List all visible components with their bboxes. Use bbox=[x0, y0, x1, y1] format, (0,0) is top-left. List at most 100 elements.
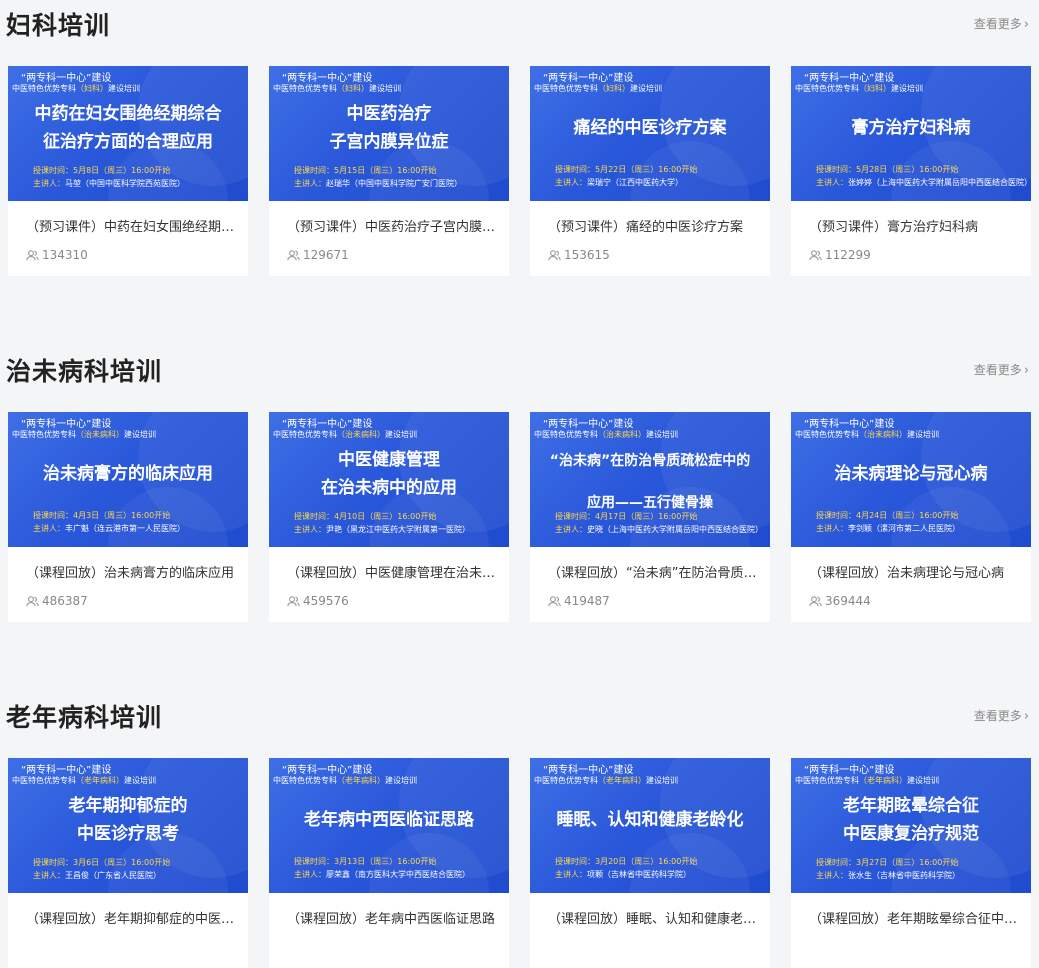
banner-time: 授课时间：3月6日（周三）16:00开始 bbox=[33, 858, 171, 867]
chevron-right-icon: › bbox=[1023, 17, 1029, 32]
banner-speaker: 主讲人：赵瑞华（中国中医科学院广安门医院） bbox=[294, 179, 462, 188]
course-card[interactable]: “两专科一中心”建设 中医特色优势专科（老年病科）建设培训 老年期抑郁症的 中医诊疗思… bbox=[8, 758, 248, 968]
course-banner: “两专科一中心”建设 中医特色优势专科（妇科）建设培训 中医药治疗 子宫内膜异位症 授课… bbox=[269, 66, 509, 201]
course-banner: “两专科一中心”建设 中医特色优势专科（老年病科）建设培训 睡眠、认知和健康老龄化授… bbox=[530, 758, 770, 893]
course-banner: “两专科一中心”建设 中医特色优势专科（妇科）建设培训中药在妇女围绝经期综合 征治疗… bbox=[8, 66, 248, 201]
banner-title-line-1: 治未病膏方的临床应用 bbox=[43, 464, 213, 484]
users-icon bbox=[287, 250, 300, 261]
course-banner: “两专科一中心”建设 中医特色优势专科（治未病科）建设培训 治未病理论与冠心病 授课时… bbox=[791, 412, 1031, 547]
chevron-right-icon: › bbox=[1023, 363, 1029, 378]
course-card[interactable]: “两专科一中心”建设 中医特色优势专科（治未病科）建设培训 治未病膏方的临床应用 授课… bbox=[8, 412, 248, 622]
banner-title-line-2: 征治疗方面的合理应用 bbox=[43, 132, 213, 152]
banner-title-line-1: 中药在妇女围绝经期综合 bbox=[34, 104, 222, 124]
users-icon bbox=[809, 250, 822, 261]
banner-time: 授课时间：5月22日（周三）16:00开始 bbox=[555, 165, 698, 174]
banner-program-title: “两专科一中心”建设 bbox=[804, 765, 895, 776]
banner-subtitle: 中医特色优势专科（老年病科）建设培训 bbox=[795, 776, 939, 785]
view-count: 419487 bbox=[548, 594, 610, 608]
course-title[interactable]: （课程回放）治未病理论与冠心病 bbox=[809, 562, 1021, 581]
banner-program-title: “两专科一中心”建设 bbox=[282, 419, 373, 430]
course-title[interactable]: （课程回放）治未病膏方的临床应用 bbox=[26, 562, 238, 581]
banner-subtitle: 中医特色优势专科（治未病科）建设培训 bbox=[12, 430, 156, 439]
banner-title-line-1: 膏方治疗妇科病 bbox=[851, 118, 971, 138]
users-icon bbox=[809, 596, 822, 607]
course-card[interactable]: “两专科一中心”建设 中医特色优势专科（治未病科）建设培训 “治未病”在防治骨质疏松… bbox=[530, 412, 770, 622]
course-card[interactable]: “两专科一中心”建设 中医特色优势专科（妇科）建设培训痛经的中医诊疗方案授课时间：… bbox=[530, 66, 770, 276]
course-banner: “两专科一中心”建设 中医特色优势专科（治未病科）建设培训 “治未病”在防治骨质疏松… bbox=[530, 412, 770, 547]
banner-title-line-1: 痛经的中医诊疗方案 bbox=[573, 118, 727, 138]
banner-time: 授课时间：4月10日（周三）16:00开始 bbox=[294, 512, 437, 521]
course-card[interactable]: “两专科一中心”建设 中医特色优势专科（妇科）建设培训膏方治疗妇科病授课时间：5月… bbox=[791, 66, 1031, 276]
banner-title-line-1: 老年病中西医临证思路 bbox=[304, 810, 474, 830]
banner-program-title: “两专科一中心”建设 bbox=[282, 765, 373, 776]
banner-speaker: 主讲人：史晓（上海中医药大学附属岳阳中西医结合医院） bbox=[555, 525, 763, 534]
banner-program-title: “两专科一中心”建设 bbox=[21, 765, 112, 776]
course-card[interactable]: “两专科一中心”建设 中医特色优势专科（妇科）建设培训中药在妇女围绝经期综合 征治疗… bbox=[8, 66, 248, 276]
banner-subtitle: 中医特色优势专科（老年病科）建设培训 bbox=[534, 776, 678, 785]
course-title[interactable]: （课程回放）老年期抑郁症的中医诊疗思考 bbox=[26, 908, 238, 927]
course-title[interactable]: （课程回放）“治未病”在防治骨质疏松症中的应用——五行健骨操 bbox=[548, 562, 760, 581]
course-title[interactable]: （预习课件）中医药治疗子宫内膜异位症 bbox=[287, 216, 499, 235]
banner-speaker: 主讲人：王昌俊（广东省人民医院） bbox=[33, 871, 161, 880]
banner-title-line-2: 中医诊疗思考 bbox=[77, 824, 179, 844]
banner-program-title: “两专科一中心”建设 bbox=[21, 73, 112, 84]
banner-subtitle: 中医特色优势专科（妇科）建设培训 bbox=[12, 84, 140, 93]
banner-time: 授课时间：5月8日（周三）16:00开始 bbox=[33, 166, 171, 175]
course-title[interactable]: （课程回放）睡眠、认知和健康老龄化 bbox=[548, 908, 760, 927]
view-more-link[interactable]: 查看更多 › bbox=[974, 15, 1029, 32]
view-more-link[interactable]: 查看更多 › bbox=[974, 361, 1029, 378]
banner-time: 授课时间：5月28日（周三）16:00开始 bbox=[816, 165, 959, 174]
users-icon bbox=[26, 596, 39, 607]
course-title[interactable]: （预习课件）中药在妇女围绝经期综合征治疗方面的合理应用 bbox=[26, 216, 238, 235]
course-card[interactable]: “两专科一中心”建设 中医特色优势专科（治未病科）建设培训 中医健康管理 在治未病中的… bbox=[269, 412, 509, 622]
banner-subtitle: 中医特色优势专科（妇科）建设培训 bbox=[273, 84, 401, 93]
course-title[interactable]: （预习课件）痛经的中医诊疗方案 bbox=[548, 216, 760, 235]
course-banner: “两专科一中心”建设 中医特色优势专科（老年病科）建设培训 老年期眩晕综合征 中医康复… bbox=[791, 758, 1031, 893]
course-title[interactable]: （预习课件）膏方治疗妇科病 bbox=[809, 216, 1021, 235]
banner-program-title: “两专科一中心”建设 bbox=[543, 73, 634, 84]
course-banner: “两专科一中心”建设 中医特色优势专科（妇科）建设培训痛经的中医诊疗方案授课时间：… bbox=[530, 66, 770, 201]
banner-subtitle: 中医特色优势专科（治未病科）建设培训 bbox=[795, 430, 939, 439]
view-count: 369444 bbox=[809, 594, 871, 608]
course-card[interactable]: “两专科一中心”建设 中医特色优势专科（老年病科）建设培训 老年期眩晕综合征 中医康复… bbox=[791, 758, 1031, 968]
view-count: 486387 bbox=[26, 594, 88, 608]
course-card[interactable]: “两专科一中心”建设 中医特色优势专科（老年病科）建设培训 老年病中西医临证思路 授课… bbox=[269, 758, 509, 968]
course-card[interactable]: “两专科一中心”建设 中医特色优势专科（妇科）建设培训 中医药治疗 子宫内膜异位症 授课… bbox=[269, 66, 509, 276]
banner-title-line-1: 治未病理论与冠心病 bbox=[834, 464, 988, 484]
course-banner: “两专科一中心”建设 中医特色优势专科（治未病科）建设培训 中医健康管理 在治未病中的… bbox=[269, 412, 509, 547]
banner-program-title: “两专科一中心”建设 bbox=[804, 73, 895, 84]
banner-time: 授课时间：3月27日（周三）16:00开始 bbox=[816, 858, 959, 867]
view-more-link[interactable]: 查看更多 › bbox=[974, 707, 1029, 724]
users-icon bbox=[287, 596, 300, 607]
banner-title-line-1: “治未病”在防治骨质疏松症中的 bbox=[549, 453, 751, 469]
banner-program-title: “两专科一中心”建设 bbox=[804, 419, 895, 430]
section-title: 老年病科培训 bbox=[6, 703, 163, 732]
course-card[interactable]: “两专科一中心”建设 中医特色优势专科（老年病科）建设培训 睡眠、认知和健康老龄化授… bbox=[530, 758, 770, 968]
banner-time: 授课时间：4月17日（周三）16:00开始 bbox=[555, 512, 698, 521]
view-count: 112299 bbox=[809, 248, 871, 262]
banner-speaker: 主讲人：丰广魁（连云港市第一人民医院） bbox=[33, 524, 185, 533]
banner-time: 授课时间：3月13日（周三）16:00开始 bbox=[294, 857, 437, 866]
banner-speaker: 主讲人：张婷婷（上海中医药大学附属岳阳中西医结合医院） bbox=[816, 178, 1031, 187]
course-title[interactable]: （课程回放）中医健康管理在治未病中的应用 bbox=[287, 562, 499, 581]
banner-speaker: 主讲人：李剑颖（漯河市第二人民医院） bbox=[816, 524, 960, 533]
section-title: 妇科培训 bbox=[6, 11, 111, 40]
course-title[interactable]: （课程回放）老年期眩晕综合征中医康复治疗规范 bbox=[809, 908, 1021, 927]
banner-speaker: 主讲人：张水生（吉林省中医药科学院） bbox=[816, 871, 960, 880]
banner-subtitle: 中医特色优势专科（妇科）建设培训 bbox=[795, 84, 923, 93]
banner-speaker: 主讲人：项颗（吉林省中医药科学院） bbox=[555, 870, 691, 879]
course-card[interactable]: “两专科一中心”建设 中医特色优势专科（治未病科）建设培训 治未病理论与冠心病 授课时… bbox=[791, 412, 1031, 622]
banner-time: 授课时间：4月3日（周三）16:00开始 bbox=[33, 511, 171, 520]
banner-title-line-1: 中医药治疗 bbox=[346, 104, 432, 124]
banner-subtitle: 中医特色优势专科（老年病科）建设培训 bbox=[12, 776, 156, 785]
course-banner: “两专科一中心”建设 中医特色优势专科（老年病科）建设培训 老年期抑郁症的 中医诊疗思… bbox=[8, 758, 248, 893]
course-title[interactable]: （课程回放）老年病中西医临证思路 bbox=[287, 908, 499, 927]
users-icon bbox=[548, 250, 561, 261]
banner-subtitle: 中医特色优势专科（妇科）建设培训 bbox=[534, 84, 662, 93]
banner-speaker: 主讲人：梁瑞宁（江西中医药大学） bbox=[555, 178, 683, 187]
users-icon bbox=[548, 596, 561, 607]
banner-program-title: “两专科一中心”建设 bbox=[543, 765, 634, 776]
section-title: 治未病科培训 bbox=[6, 357, 163, 386]
users-icon bbox=[26, 250, 39, 261]
course-banner: “两专科一中心”建设 中医特色优势专科（妇科）建设培训膏方治疗妇科病授课时间：5月… bbox=[791, 66, 1031, 201]
